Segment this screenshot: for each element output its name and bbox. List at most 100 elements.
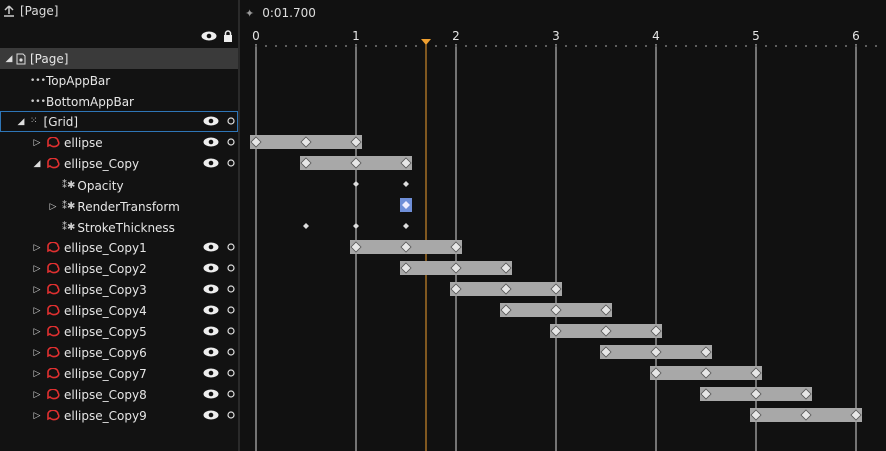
expand-triangle-icon[interactable]: ▷ <box>32 411 42 421</box>
tree-item-label: ellipse_Copy1 <box>64 240 147 255</box>
column-header-icons <box>201 30 233 42</box>
objects-panel: [Page] ◢ [Page] ••• TopAppBar ••• Bottom… <box>0 0 238 451</box>
tree-item-label: ellipse_Copy9 <box>64 408 147 423</box>
visibility-eye-icon[interactable] <box>203 263 219 273</box>
visibility-eye-icon[interactable] <box>203 389 219 399</box>
tree-item-label: ellipse_Copy2 <box>64 261 147 276</box>
ellipse-icon <box>47 367 60 378</box>
expand-triangle-icon[interactable]: ▷ <box>32 369 42 379</box>
tree-item-label: ellipse_Copy4 <box>64 303 147 318</box>
tree-item-grid[interactable]: ◢ ⁙ [Grid] <box>0 111 238 132</box>
ellipse-icon <box>47 157 60 168</box>
tree-item-label: [Page] <box>30 51 69 66</box>
row-visibility-controls <box>203 158 235 168</box>
current-time-readout[interactable]: 0:01.700 <box>262 6 316 20</box>
tree-item-opacity[interactable]: ⁑✱ Opacity <box>0 175 238 196</box>
tree-item-ellipse-copy-2[interactable]: ▷ ellipse_Copy2 <box>0 258 238 279</box>
tree-item-label: Opacity <box>77 178 124 193</box>
tree-item-label: ellipse <box>64 135 103 150</box>
show-all-eye-icon[interactable] <box>201 31 217 41</box>
row-visibility-controls <box>203 116 235 126</box>
row-visibility-controls <box>203 137 235 147</box>
expand-triangle-icon[interactable]: ▷ <box>32 390 42 400</box>
lock-dot-icon[interactable] <box>227 243 235 251</box>
row-visibility-controls <box>203 284 235 294</box>
expand-triangle-icon[interactable]: ▷ <box>48 202 58 212</box>
visibility-eye-icon[interactable] <box>203 410 219 420</box>
lock-dot-icon[interactable] <box>227 264 235 272</box>
expand-triangle-icon[interactable]: ▷ <box>32 327 42 337</box>
tree-item-page[interactable]: ◢ [Page] <box>0 48 238 69</box>
visibility-eye-icon[interactable] <box>203 368 219 378</box>
ellipse-icon <box>47 241 60 252</box>
timeline-panel <box>240 0 886 451</box>
visibility-eye-icon[interactable] <box>203 137 219 147</box>
expand-triangle-icon[interactable]: ▷ <box>32 243 42 253</box>
animated-property-icon: ⁑✱ <box>62 180 76 191</box>
visibility-eye-icon[interactable] <box>203 305 219 315</box>
tree-item-rendertransform[interactable]: ▷ ⁑✱ RenderTransform <box>0 196 238 217</box>
visibility-eye-icon[interactable] <box>203 284 219 294</box>
lock-dot-icon[interactable] <box>227 159 235 167</box>
ellipse-icon <box>47 388 60 399</box>
tree-item-label: BottomAppBar <box>46 94 134 109</box>
ellipse-icon <box>47 283 60 294</box>
lock-dot-icon[interactable] <box>227 327 235 335</box>
scope-up-button[interactable]: [Page] <box>2 4 58 18</box>
ellipse-icon <box>47 409 60 420</box>
expand-triangle-icon[interactable]: ▷ <box>32 264 42 274</box>
tree-item-ellipse-copy-4[interactable]: ▷ ellipse_Copy4 <box>0 300 238 321</box>
visibility-eye-icon[interactable] <box>203 242 219 252</box>
appbar-icon: ••• <box>30 96 46 107</box>
visibility-eye-icon[interactable] <box>203 326 219 336</box>
visibility-eye-icon[interactable] <box>203 116 219 126</box>
collapse-triangle-icon[interactable]: ◢ <box>32 159 42 169</box>
appbar-icon: ••• <box>30 75 46 86</box>
tree-item-bottomappbar[interactable]: ••• BottomAppBar <box>0 91 238 112</box>
ellipse-icon <box>47 262 60 273</box>
lock-dot-icon[interactable] <box>227 117 235 125</box>
tree-item-ellipse-copy-5[interactable]: ▷ ellipse_Copy5 <box>0 321 238 342</box>
tree-item-ellipse[interactable]: ▷ ellipse <box>0 132 238 153</box>
tree-item-ellipse-copy-9[interactable]: ▷ ellipse_Copy9 <box>0 405 238 426</box>
tree-item-ellipse-copy-1[interactable]: ▷ ellipse_Copy1 <box>0 237 238 258</box>
tree-item-label: [Grid] <box>43 114 79 129</box>
lock-dot-icon[interactable] <box>227 411 235 419</box>
visibility-eye-icon[interactable] <box>203 158 219 168</box>
expand-triangle-icon[interactable]: ▷ <box>32 285 42 295</box>
row-visibility-controls <box>203 368 235 378</box>
tree-item-label: RenderTransform <box>77 199 180 214</box>
ellipse-icon <box>47 136 60 147</box>
lock-dot-icon[interactable] <box>227 369 235 377</box>
lock-dot-icon[interactable] <box>227 285 235 293</box>
collapse-triangle-icon[interactable]: ◢ <box>4 54 14 64</box>
row-visibility-controls <box>203 326 235 336</box>
lock-all-icon[interactable] <box>223 30 233 42</box>
tree-item-ellipse-copy-8[interactable]: ▷ ellipse_Copy8 <box>0 384 238 405</box>
tree-item-label: ellipse_Copy5 <box>64 324 147 339</box>
lock-dot-icon[interactable] <box>227 306 235 314</box>
page-icon <box>16 53 26 64</box>
tree-item-ellipse-copy-3[interactable]: ▷ ellipse_Copy3 <box>0 279 238 300</box>
ellipse-icon <box>47 346 60 357</box>
expand-triangle-icon[interactable]: ▷ <box>32 138 42 148</box>
add-keyframe-icon[interactable]: ✦ <box>245 7 254 20</box>
row-visibility-controls <box>203 347 235 357</box>
tree-item-strokethickness[interactable]: ⁑✱ StrokeThickness <box>0 217 238 238</box>
expand-triangle-icon[interactable]: ▷ <box>32 306 42 316</box>
tree-item-label: ellipse_Copy3 <box>64 282 147 297</box>
animated-property-icon: ⁑✱ <box>62 201 76 212</box>
ellipse-icon <box>47 325 60 336</box>
lock-dot-icon[interactable] <box>227 348 235 356</box>
tree-item-ellipse-copy[interactable]: ◢ ellipse_Copy <box>0 153 238 174</box>
tree-item-topappbar[interactable]: ••• TopAppBar <box>0 70 238 91</box>
tree-item-label: StrokeThickness <box>77 220 175 235</box>
collapse-triangle-icon[interactable]: ◢ <box>16 117 26 127</box>
tree-item-ellipse-copy-7[interactable]: ▷ ellipse_Copy7 <box>0 363 238 384</box>
tree-item-ellipse-copy-6[interactable]: ▷ ellipse_Copy6 <box>0 342 238 363</box>
visibility-eye-icon[interactable] <box>203 347 219 357</box>
lock-dot-icon[interactable] <box>227 390 235 398</box>
expand-triangle-icon[interactable]: ▷ <box>32 348 42 358</box>
row-visibility-controls <box>203 263 235 273</box>
lock-dot-icon[interactable] <box>227 138 235 146</box>
